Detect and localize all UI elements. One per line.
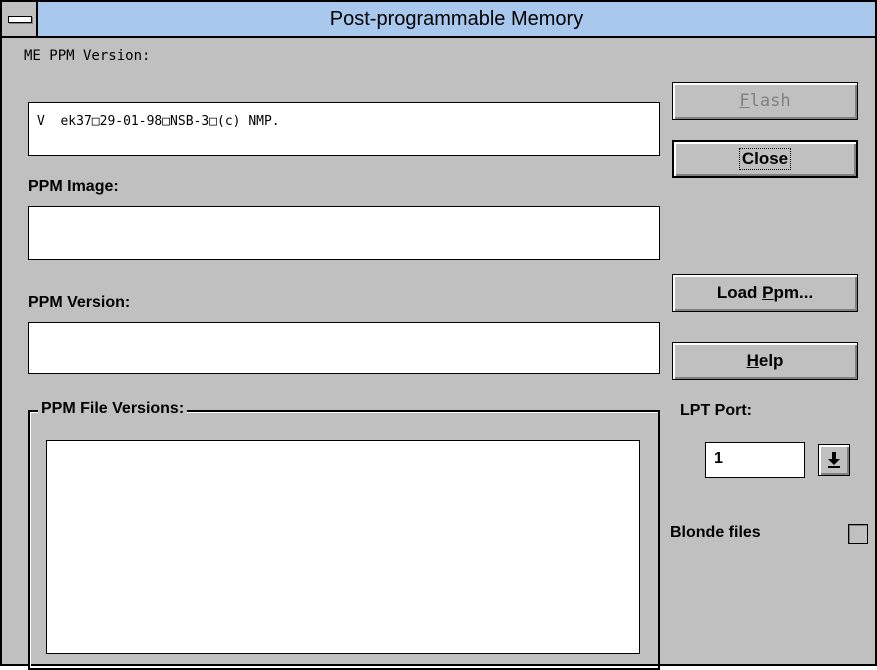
lpt-port-select[interactable]: 1	[705, 442, 805, 478]
system-menu-icon	[8, 16, 32, 23]
close-label: Close	[738, 148, 792, 170]
window-title: Post-programmable Memory	[329, 8, 584, 30]
help-mnemonic: H	[746, 351, 759, 370]
system-menu-button[interactable]	[2, 2, 38, 36]
ppm-dialog: Post-programmable Memory ME PPM Version:…	[0, 0, 877, 670]
me-ppm-version-value: V ek37□29-01-98□NSB-3□(c) NMP.	[37, 114, 280, 129]
lpt-port-label: LPT Port:	[680, 402, 752, 419]
help-label-rest: elp	[758, 351, 784, 370]
blonde-files-label: Blonde files	[670, 524, 761, 541]
flash-mnemonic: F	[739, 91, 750, 111]
load-ppm-button[interactable]: Load Ppm...	[672, 274, 858, 312]
lpt-port-dropdown-button[interactable]	[818, 444, 850, 476]
blonde-files-checkbox[interactable]	[848, 524, 868, 544]
ppm-image-field[interactable]	[28, 206, 660, 260]
load-ppm-mnemonic: P	[762, 283, 774, 302]
lpt-port-value: 1	[714, 450, 723, 467]
ppm-file-versions-label: PPM File Versions:	[38, 400, 188, 418]
flash-label: lash	[749, 91, 791, 111]
flash-button[interactable]: Flash	[672, 82, 858, 120]
ppm-image-label: PPM Image:	[28, 178, 119, 195]
dialog-body: ME PPM Version: V ek37□29-01-98□NSB-3□(c…	[2, 38, 875, 670]
title-bar: Post-programmable Memory	[2, 2, 875, 38]
me-ppm-version-field[interactable]: V ek37□29-01-98□NSB-3□(c) NMP.	[28, 102, 660, 156]
help-button[interactable]: Help	[672, 342, 858, 380]
close-button[interactable]: Close	[672, 140, 858, 178]
down-arrow-icon	[828, 452, 840, 468]
ppm-version-label: PPM Version:	[28, 294, 131, 311]
me-ppm-version-label: ME PPM Version:	[24, 48, 151, 64]
ppm-file-versions-list[interactable]	[46, 440, 640, 654]
load-ppm-label-prefix: Load	[716, 283, 763, 302]
ppm-version-field[interactable]	[28, 322, 660, 374]
load-ppm-label-rest: pm...	[773, 283, 814, 302]
